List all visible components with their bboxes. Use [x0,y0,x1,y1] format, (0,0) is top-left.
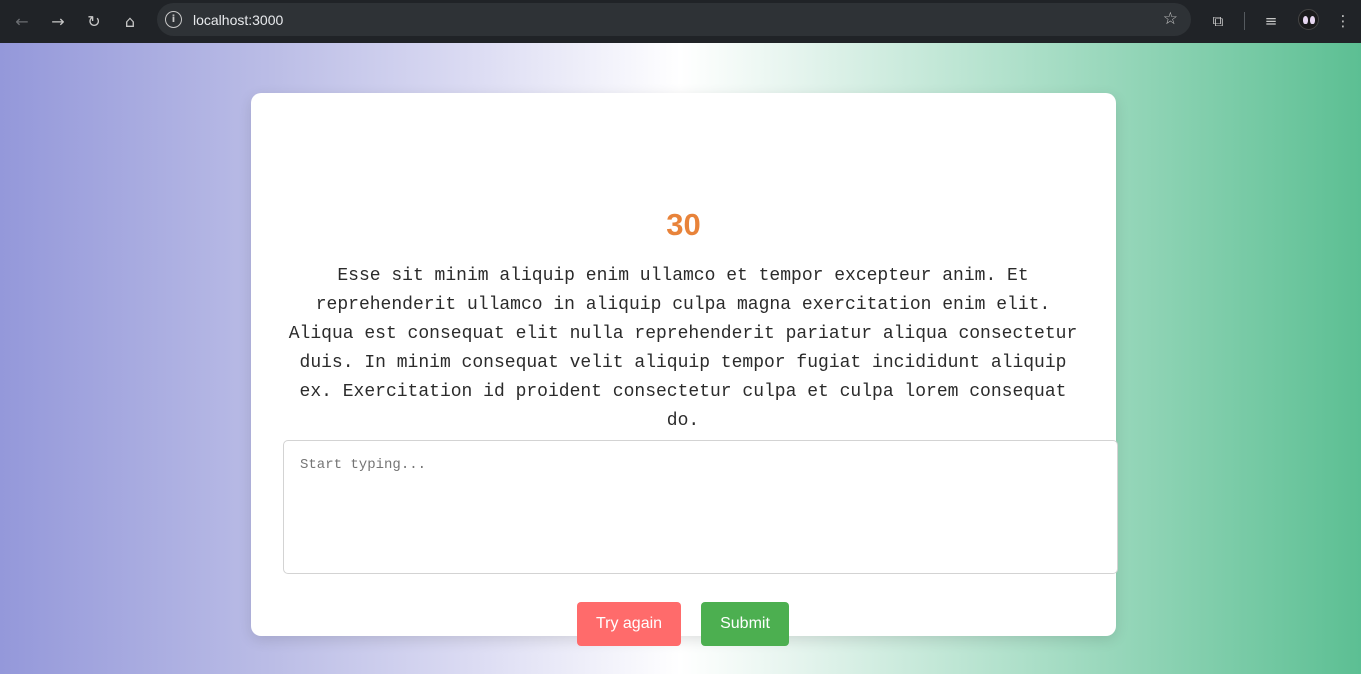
site-info-icon[interactable]: i [165,11,182,28]
submit-button[interactable]: Submit [701,602,789,646]
reload-icon[interactable]: ↻ [81,8,107,34]
address-bar[interactable]: i localhost:3000 ☆ [157,3,1191,36]
bookmark-star-icon[interactable]: ☆ [1163,9,1178,29]
passage-text: Esse sit minim aliquip enim ullamco et t… [288,266,1078,431]
home-icon[interactable]: ⌂ [117,8,143,34]
typing-input[interactable] [283,440,1118,574]
forward-arrow-icon[interactable]: → [45,8,71,34]
page-background: 30 Esse sit minim aliquip enim ullamco e… [0,43,1361,674]
try-again-button[interactable]: Try again [577,602,681,646]
toolbar-divider [1244,12,1245,30]
more-menu-icon[interactable]: ⋮ [1330,8,1356,34]
profile-avatar[interactable] [1298,9,1319,30]
back-arrow-icon[interactable]: ← [9,8,35,34]
extensions-icon[interactable]: ⧉ [1205,8,1231,34]
media-controls-icon[interactable]: ≡ [1258,8,1284,34]
browser-toolbar: ← → ↻ ⌂ i localhost:3000 ☆ ⧉ ≡ ⋮ [0,0,1361,43]
address-url[interactable]: localhost:3000 [193,12,283,28]
countdown-timer: 30 [666,207,701,242]
typing-card: 30 Esse sit minim aliquip enim ullamco e… [251,93,1118,646]
